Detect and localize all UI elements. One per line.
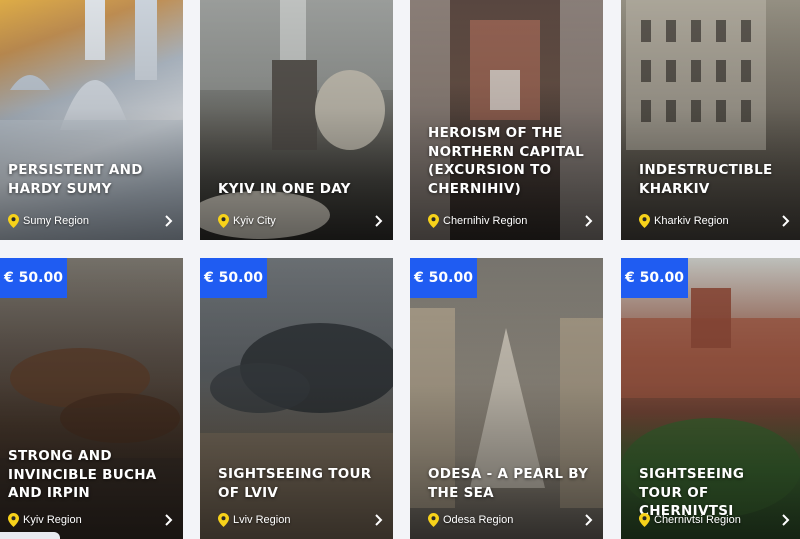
- tour-card-sumy[interactable]: Persistent and hardy Sumy Sumy Region: [0, 0, 183, 240]
- location-pin-icon: [428, 214, 439, 228]
- tour-title: Kyiv in one day: [218, 181, 351, 197]
- location-pin-icon: [8, 513, 19, 527]
- image-shade: [200, 0, 393, 240]
- price-badge: € 50.00: [621, 258, 688, 298]
- chevron-right-icon[interactable]: [583, 514, 593, 526]
- tour-card-kharkiv[interactable]: Indestructible Kharkiv Kharkiv Region: [621, 0, 800, 240]
- chevron-right-icon[interactable]: [373, 514, 383, 526]
- tour-card-odesa[interactable]: € 50.00 Odesa - a pearl by the sea Odesa…: [410, 258, 603, 539]
- price-badge: € 50.00: [200, 258, 267, 298]
- price-badge: € 50.00: [410, 258, 477, 298]
- location-pin-icon: [218, 513, 229, 527]
- location-pin-icon: [218, 214, 229, 228]
- tour-region: Chernivtsi Region: [654, 514, 741, 526]
- tour-footer: Kyiv City: [218, 213, 383, 229]
- tour-title: Persistent and hardy Sumy: [8, 162, 143, 197]
- chevron-right-icon[interactable]: [163, 514, 173, 526]
- image-shade: [410, 0, 603, 240]
- image-shade: [0, 0, 183, 240]
- chevron-right-icon[interactable]: [373, 215, 383, 227]
- chevron-right-icon[interactable]: [583, 215, 593, 227]
- tour-card-lviv[interactable]: € 50.00 Sightseeing tour of Lviv Lviv Re…: [200, 258, 393, 539]
- bottom-edge-tab: [0, 532, 60, 539]
- tour-card-bucha[interactable]: € 50.00 Strong and invincible Bucha and …: [0, 258, 183, 539]
- tour-footer: Odesa Region: [428, 512, 593, 528]
- location-pin-icon: [8, 214, 19, 228]
- location-pin-icon: [428, 513, 439, 527]
- tour-footer: Kyiv Region: [8, 512, 173, 528]
- tour-footer: Chernihiv Region: [428, 213, 593, 229]
- tour-region: Sumy Region: [23, 215, 90, 227]
- image-shade: [621, 0, 800, 240]
- price-badge: € 50.00: [0, 258, 67, 298]
- chevron-right-icon[interactable]: [780, 514, 790, 526]
- tour-card-chernihiv[interactable]: Heroism of the Northern Capital (excursi…: [410, 0, 603, 240]
- tour-title: Sightseeing tour of Lviv: [218, 466, 372, 501]
- tour-region: Lviv Region: [233, 514, 291, 526]
- tour-footer: Chernivtsi Region: [639, 512, 790, 528]
- tour-region: Kharkiv Region: [654, 215, 729, 227]
- tour-card-chernivtsi[interactable]: € 50.00 Sightseeing tour of Chernivtsi C…: [621, 258, 800, 539]
- tour-region: Kyiv Region: [23, 514, 82, 526]
- tour-title: Heroism of the Northern Capital (excursi…: [428, 125, 584, 197]
- tour-region: Chernihiv Region: [443, 215, 528, 227]
- location-pin-icon: [639, 214, 650, 228]
- tour-region: Odesa Region: [443, 514, 514, 526]
- tour-title: Odesa - a pearl by the sea: [428, 466, 589, 501]
- tour-footer: Sumy Region: [8, 213, 173, 229]
- tour-footer: Kharkiv Region: [639, 213, 790, 229]
- tour-card-kyiv[interactable]: Kyiv in one day Kyiv City: [200, 0, 393, 240]
- tour-title: Indestructible Kharkiv: [639, 162, 773, 197]
- tour-title: Strong and invincible Bucha and Irpin: [8, 448, 157, 501]
- tour-footer: Lviv Region: [218, 512, 383, 528]
- chevron-right-icon[interactable]: [163, 215, 173, 227]
- location-pin-icon: [639, 513, 650, 527]
- tour-region: Kyiv City: [233, 215, 276, 227]
- chevron-right-icon[interactable]: [780, 215, 790, 227]
